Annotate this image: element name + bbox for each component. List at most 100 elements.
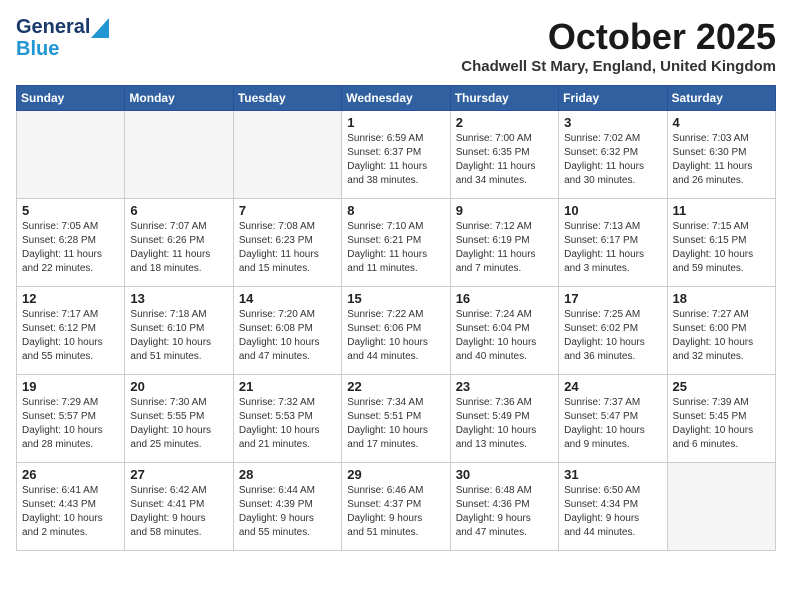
day-number: 12 — [22, 291, 119, 306]
day-info: Sunrise: 7:34 AM Sunset: 5:51 PM Dayligh… — [347, 396, 444, 452]
week-row-5: 26 Sunrise: 6:41 AM Sunset: 4:43 PM Dayli… — [17, 463, 776, 551]
day-info: Sunrise: 7:10 AM Sunset: 6:21 PM Dayligh… — [347, 220, 444, 276]
logo-blue: Blue — [16, 38, 59, 60]
day-info: Sunrise: 7:03 AM Sunset: 6:30 PM Dayligh… — [673, 132, 770, 188]
day-number: 27 — [130, 467, 227, 482]
week-row-1: 1 Sunrise: 6:59 AM Sunset: 6:37 PM Daylig… — [17, 111, 776, 199]
title-block: October 2025 Chadwell St Mary, England, … — [461, 16, 776, 75]
day-info: Sunrise: 6:42 AM Sunset: 4:41 PM Dayligh… — [130, 484, 227, 540]
day-info: Sunrise: 7:32 AM Sunset: 5:53 PM Dayligh… — [239, 396, 336, 452]
day-info: Sunrise: 7:15 AM Sunset: 6:15 PM Dayligh… — [673, 220, 770, 276]
calendar-cell: 14 Sunrise: 7:20 AM Sunset: 6:08 PM Dayli… — [233, 287, 341, 375]
day-info: Sunrise: 6:48 AM Sunset: 4:36 PM Dayligh… — [456, 484, 553, 540]
page-header: General Blue October 2025 Chadwell St Ma… — [16, 16, 776, 75]
calendar-cell: 8 Sunrise: 7:10 AM Sunset: 6:21 PM Daylig… — [342, 199, 450, 287]
calendar-cell: 26 Sunrise: 6:41 AM Sunset: 4:43 PM Dayli… — [17, 463, 125, 551]
day-number: 31 — [564, 467, 661, 482]
day-number: 18 — [673, 291, 770, 306]
day-header-tuesday: Tuesday — [233, 86, 341, 111]
day-number: 1 — [347, 115, 444, 130]
day-header-wednesday: Wednesday — [342, 86, 450, 111]
day-number: 21 — [239, 379, 336, 394]
day-number: 24 — [564, 379, 661, 394]
day-number: 4 — [673, 115, 770, 130]
day-info: Sunrise: 6:44 AM Sunset: 4:39 PM Dayligh… — [239, 484, 336, 540]
calendar-cell: 30 Sunrise: 6:48 AM Sunset: 4:36 PM Dayli… — [450, 463, 558, 551]
calendar-cell: 23 Sunrise: 7:36 AM Sunset: 5:49 PM Dayli… — [450, 375, 558, 463]
calendar-cell: 5 Sunrise: 7:05 AM Sunset: 6:28 PM Daylig… — [17, 199, 125, 287]
day-number: 30 — [456, 467, 553, 482]
day-info: Sunrise: 7:22 AM Sunset: 6:06 PM Dayligh… — [347, 308, 444, 364]
location: Chadwell St Mary, England, United Kingdo… — [461, 58, 776, 75]
day-info: Sunrise: 6:41 AM Sunset: 4:43 PM Dayligh… — [22, 484, 119, 540]
day-info: Sunrise: 6:59 AM Sunset: 6:37 PM Dayligh… — [347, 132, 444, 188]
day-info: Sunrise: 7:20 AM Sunset: 6:08 PM Dayligh… — [239, 308, 336, 364]
calendar-cell: 25 Sunrise: 7:39 AM Sunset: 5:45 PM Dayli… — [667, 375, 775, 463]
day-info: Sunrise: 7:24 AM Sunset: 6:04 PM Dayligh… — [456, 308, 553, 364]
calendar-cell: 29Sunrise: 6:46 AM Sunset: 4:37 PM Dayli… — [342, 463, 450, 551]
calendar-cell: 24Sunrise: 7:37 AM Sunset: 5:47 PM Dayli… — [559, 375, 667, 463]
calendar-cell — [233, 111, 341, 199]
calendar-cell: 27 Sunrise: 6:42 AM Sunset: 4:41 PM Dayli… — [125, 463, 233, 551]
calendar-cell — [667, 463, 775, 551]
day-number: 17 — [564, 291, 661, 306]
calendar-cell: 15 Sunrise: 7:22 AM Sunset: 6:06 PM Dayli… — [342, 287, 450, 375]
day-info: Sunrise: 7:05 AM Sunset: 6:28 PM Dayligh… — [22, 220, 119, 276]
day-number: 7 — [239, 203, 336, 218]
day-header-sunday: Sunday — [17, 86, 125, 111]
calendar-cell: 12Sunrise: 7:17 AM Sunset: 6:12 PM Dayli… — [17, 287, 125, 375]
calendar-cell — [17, 111, 125, 199]
calendar-cell: 1 Sunrise: 6:59 AM Sunset: 6:37 PM Daylig… — [342, 111, 450, 199]
day-info: Sunrise: 7:29 AM Sunset: 5:57 PM Dayligh… — [22, 396, 119, 452]
calendar-cell: 2Sunrise: 7:00 AM Sunset: 6:35 PM Daylig… — [450, 111, 558, 199]
day-info: Sunrise: 7:02 AM Sunset: 6:32 PM Dayligh… — [564, 132, 661, 188]
day-header-friday: Friday — [559, 86, 667, 111]
calendar-table: SundayMondayTuesdayWednesdayThursdayFrid… — [16, 85, 776, 551]
calendar-cell: 28Sunrise: 6:44 AM Sunset: 4:39 PM Dayli… — [233, 463, 341, 551]
logo-triangle-icon — [91, 18, 109, 38]
day-info: Sunrise: 7:25 AM Sunset: 6:02 PM Dayligh… — [564, 308, 661, 364]
day-number: 26 — [22, 467, 119, 482]
day-info: Sunrise: 7:12 AM Sunset: 6:19 PM Dayligh… — [456, 220, 553, 276]
day-number: 14 — [239, 291, 336, 306]
day-header-saturday: Saturday — [667, 86, 775, 111]
day-number: 16 — [456, 291, 553, 306]
calendar-cell: 18 Sunrise: 7:27 AM Sunset: 6:00 PM Dayli… — [667, 287, 775, 375]
days-header-row: SundayMondayTuesdayWednesdayThursdayFrid… — [17, 86, 776, 111]
calendar-cell: 10Sunrise: 7:13 AM Sunset: 6:17 PM Dayli… — [559, 199, 667, 287]
day-number: 11 — [673, 203, 770, 218]
day-header-thursday: Thursday — [450, 86, 558, 111]
calendar-cell: 19Sunrise: 7:29 AM Sunset: 5:57 PM Dayli… — [17, 375, 125, 463]
week-row-3: 12Sunrise: 7:17 AM Sunset: 6:12 PM Dayli… — [17, 287, 776, 375]
day-info: Sunrise: 6:46 AM Sunset: 4:37 PM Dayligh… — [347, 484, 444, 540]
day-number: 23 — [456, 379, 553, 394]
calendar-cell: 7 Sunrise: 7:08 AM Sunset: 6:23 PM Daylig… — [233, 199, 341, 287]
day-number: 6 — [130, 203, 227, 218]
day-info: Sunrise: 7:27 AM Sunset: 6:00 PM Dayligh… — [673, 308, 770, 364]
logo: General Blue — [16, 16, 109, 60]
calendar-cell: 17 Sunrise: 7:25 AM Sunset: 6:02 PM Dayli… — [559, 287, 667, 375]
day-number: 10 — [564, 203, 661, 218]
day-number: 22 — [347, 379, 444, 394]
calendar-cell: 22 Sunrise: 7:34 AM Sunset: 5:51 PM Dayli… — [342, 375, 450, 463]
week-row-2: 5 Sunrise: 7:05 AM Sunset: 6:28 PM Daylig… — [17, 199, 776, 287]
calendar-cell: 13Sunrise: 7:18 AM Sunset: 6:10 PM Dayli… — [125, 287, 233, 375]
logo-general: General — [16, 16, 90, 38]
day-number: 2 — [456, 115, 553, 130]
day-number: 8 — [347, 203, 444, 218]
day-number: 20 — [130, 379, 227, 394]
calendar-cell: 31 Sunrise: 6:50 AM Sunset: 4:34 PM Dayli… — [559, 463, 667, 551]
day-info: Sunrise: 7:39 AM Sunset: 5:45 PM Dayligh… — [673, 396, 770, 452]
day-number: 3 — [564, 115, 661, 130]
day-info: Sunrise: 7:36 AM Sunset: 5:49 PM Dayligh… — [456, 396, 553, 452]
day-info: Sunrise: 7:08 AM Sunset: 6:23 PM Dayligh… — [239, 220, 336, 276]
calendar-cell: 20Sunrise: 7:30 AM Sunset: 5:55 PM Dayli… — [125, 375, 233, 463]
day-header-monday: Monday — [125, 86, 233, 111]
day-number: 9 — [456, 203, 553, 218]
day-number: 15 — [347, 291, 444, 306]
day-number: 25 — [673, 379, 770, 394]
calendar-cell: 16 Sunrise: 7:24 AM Sunset: 6:04 PM Dayli… — [450, 287, 558, 375]
day-number: 5 — [22, 203, 119, 218]
day-info: Sunrise: 6:50 AM Sunset: 4:34 PM Dayligh… — [564, 484, 661, 540]
week-row-4: 19Sunrise: 7:29 AM Sunset: 5:57 PM Dayli… — [17, 375, 776, 463]
